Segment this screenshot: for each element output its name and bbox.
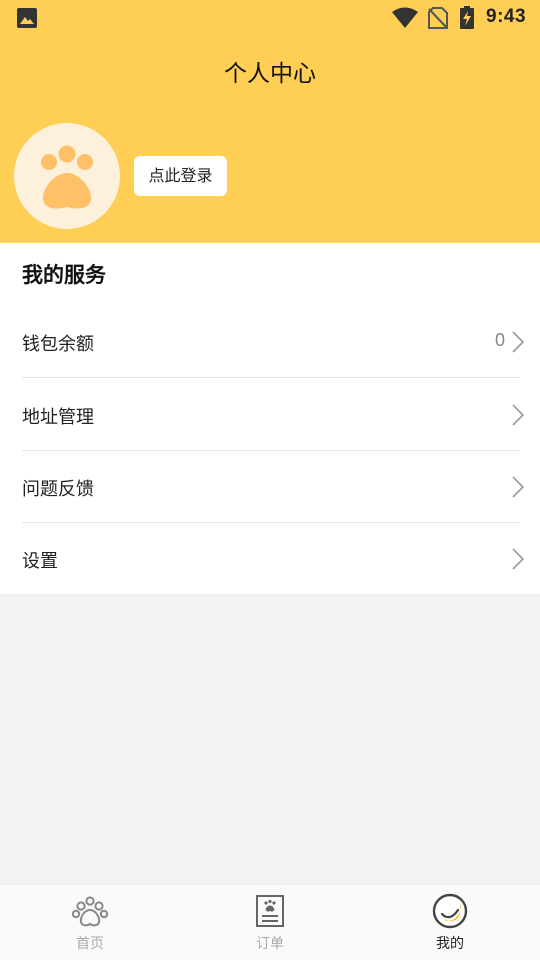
menu-item-label: 问题反馈 [22,479,94,500]
tab-mine[interactable]: 我的 [360,885,540,960]
services-title: 我的服务 [22,263,106,287]
paw-icon [72,896,108,927]
menu-item-label: 地址管理 [22,407,94,428]
menu-item-feedback[interactable]: 问题反馈 [0,451,540,523]
menu-item-address-management[interactable]: 地址管理 [0,379,540,451]
chevron-right-icon [512,548,524,570]
status-bar: 9:43 [0,0,540,36]
order-document-icon [256,895,284,927]
page-title: 个人中心 [224,61,316,87]
tab-label: 我的 [436,936,464,952]
services-section: 我的服务 钱包余额 0 地址管理 问题反馈 设置 [0,243,540,594]
status-time: 9:43 [486,6,527,27]
divider [22,377,520,378]
tab-label: 首页 [76,936,104,952]
chevron-right-icon [512,476,524,498]
menu-item-wallet-balance[interactable]: 钱包余额 0 [0,306,540,378]
chevron-right-icon [512,331,524,353]
login-button[interactable]: 点此登录 [134,156,227,196]
menu-item-label: 钱包余额 [22,334,94,355]
wallet-balance-value: 0 [494,330,505,350]
menu-item-label: 设置 [22,551,58,572]
header-banner: 9:43 个人中心 点此登录 [0,0,540,243]
smile-face-icon [432,893,468,929]
tab-orders[interactable]: 订单 [180,885,360,960]
battery-charging-icon [460,6,474,29]
tab-home[interactable]: 首页 [0,885,180,960]
paw-icon [41,145,93,209]
image-notification-icon [17,8,37,28]
bottom-tab-bar: 首页 订单 我的 [0,884,540,960]
no-sim-icon [428,7,448,29]
menu-item-settings[interactable]: 设置 [0,523,540,595]
wifi-icon [392,7,418,28]
tab-label: 订单 [256,936,284,952]
avatar[interactable] [14,123,120,229]
chevron-right-icon [512,404,524,426]
